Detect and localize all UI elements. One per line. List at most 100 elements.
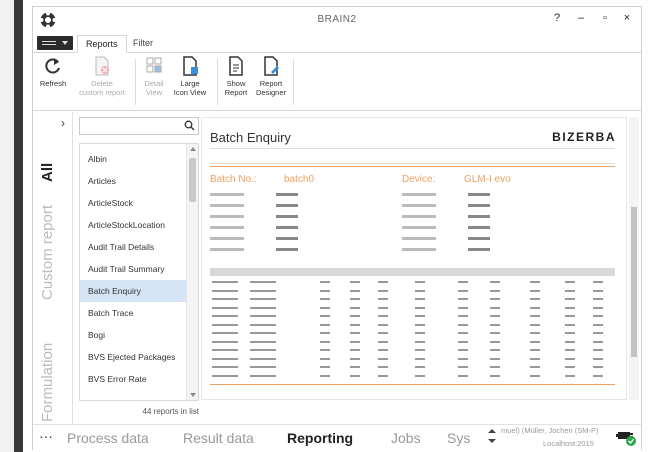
delete-label-2: custom report <box>79 88 125 97</box>
chevron-right-icon[interactable]: › <box>61 116 65 130</box>
tab-all[interactable]: All <box>39 163 56 182</box>
detail-label-placeholder <box>402 204 436 207</box>
report-designer-icon <box>264 56 279 76</box>
table-row <box>210 363 615 371</box>
tab-custom-report[interactable]: Custom report <box>39 205 56 300</box>
table-row <box>210 346 615 354</box>
detail-label-2: View <box>145 88 163 97</box>
preview-divider <box>210 166 615 167</box>
connection-status-icon <box>616 432 636 446</box>
detail-view-button[interactable]: Detail View <box>139 55 169 97</box>
detail-label-placeholder <box>210 248 244 251</box>
list-scrollbar-thumb[interactable] <box>189 158 196 202</box>
detail-view-icon <box>146 57 162 73</box>
list-scrollbar[interactable] <box>186 144 198 400</box>
report-list-item[interactable]: Articles <box>80 170 186 192</box>
help-button[interactable]: ? <box>548 12 566 24</box>
report-list-item[interactable]: ArticleStockLocation <box>80 214 186 236</box>
refresh-label: Refresh <box>39 79 67 88</box>
scroll-up-icon[interactable] <box>190 147 196 151</box>
tab-filter[interactable]: Filter <box>125 35 161 53</box>
show-label-2: Report <box>224 88 248 97</box>
preview-scrollbar[interactable] <box>629 117 639 400</box>
ribbon-toolbar: Refresh Delete custom report Detail View <box>33 53 641 111</box>
report-list-item[interactable]: ArticleStock <box>80 192 186 214</box>
screenshot-frame: BRAIN2 ? – ▫ × Reports Filter Refresh De… <box>0 0 649 452</box>
title-bar: BRAIN2 ? – ▫ × <box>33 7 641 33</box>
report-list-item[interactable]: Bogi <box>80 324 186 346</box>
ribbon-tab-strip: Reports Filter <box>33 33 641 53</box>
ribbon-separator <box>135 59 136 105</box>
report-list: Albin Articles ArticleStock ArticleStockLoc… <box>79 143 199 401</box>
nav-process-data[interactable]: Process data <box>67 430 149 446</box>
report-list-item[interactable]: Batch Trace <box>80 302 186 324</box>
nav-reporting[interactable]: Reporting <box>287 430 353 446</box>
detail-value-placeholder <box>468 248 490 251</box>
preview-header-band <box>210 148 615 164</box>
nav-system[interactable]: Sys <box>447 430 470 446</box>
detail-label-placeholder <box>210 237 244 240</box>
app-window: BRAIN2 ? – ▫ × Reports Filter Refresh De… <box>32 6 642 450</box>
table-row <box>210 312 615 320</box>
scroll-down-icon[interactable] <box>190 393 196 397</box>
report-designer-button[interactable]: Report Designer <box>253 55 289 97</box>
detail-label-placeholder <box>402 237 436 240</box>
nav-result-data[interactable]: Result data <box>183 430 254 446</box>
preview-footer <box>210 384 615 396</box>
detail-label-placeholder <box>210 193 244 196</box>
search-input[interactable] <box>80 120 180 136</box>
nav-jobs[interactable]: Jobs <box>391 430 421 446</box>
detail-label-placeholder <box>402 215 436 218</box>
report-preview: Batch Enquiry BIZERBA Batch No.: batch0 … <box>201 117 627 400</box>
maximize-button[interactable]: ▫ <box>596 12 614 24</box>
detail-value-placeholder <box>468 193 490 196</box>
detail-value-placeholder <box>276 193 298 196</box>
report-list-item[interactable]: Audit Trail Details <box>80 236 186 258</box>
detail-value-placeholder <box>276 215 298 218</box>
preview-scrollbar-thumb[interactable] <box>631 207 637 357</box>
large-icon-view-button[interactable]: Large Icon View <box>169 55 211 97</box>
more-menu-button[interactable]: ··· <box>39 428 53 444</box>
report-count: 44 reports in list <box>142 407 199 416</box>
left-desktop-strip <box>0 0 23 452</box>
server-host: Localhost:2015 <box>543 439 594 448</box>
delete-report-icon <box>95 56 109 76</box>
detail-label-1: Detail <box>144 79 164 88</box>
delete-label-1: Delete <box>91 79 113 88</box>
table-row <box>210 372 615 380</box>
report-list-item[interactable]: BVS Ejected Packages <box>80 346 186 368</box>
report-list-item[interactable]: Batch Enquiry <box>80 280 186 302</box>
application-menu-button[interactable] <box>37 36 73 50</box>
show-report-button[interactable]: Show Report <box>221 55 251 97</box>
batch-number-label: Batch No.: <box>210 174 257 185</box>
search-icon[interactable] <box>184 120 195 131</box>
refresh-button[interactable]: Refresh <box>37 55 69 88</box>
detail-label-placeholder <box>210 215 244 218</box>
current-user: muel) (Müller, Jochen (SM-P) <box>501 426 599 435</box>
table-header <box>210 268 615 276</box>
delete-custom-report-button[interactable]: Delete custom report <box>75 55 129 97</box>
report-list-item[interactable]: Audit Trail Summary <box>80 258 186 280</box>
menu-icon <box>42 41 56 45</box>
table-row <box>210 355 615 363</box>
detail-value-placeholder <box>276 248 298 251</box>
batch-number-value: batch0 <box>284 174 315 185</box>
device-label: Device: <box>402 174 436 185</box>
close-button[interactable]: × <box>618 12 636 24</box>
left-edge-bar <box>14 0 23 452</box>
detail-label-placeholder <box>210 226 244 229</box>
minimize-button[interactable]: – <box>572 12 590 24</box>
report-list-item[interactable]: BVS Error Rate <box>80 368 186 390</box>
detail-value-placeholder <box>276 237 298 240</box>
detail-value-placeholder <box>276 204 298 207</box>
chevron-up-icon[interactable] <box>488 429 496 433</box>
designer-label-1: Report <box>259 79 283 88</box>
table-row <box>210 278 615 286</box>
tab-reports[interactable]: Reports <box>77 35 127 53</box>
report-list-item[interactable]: Albin <box>80 148 186 170</box>
table-row <box>210 338 615 346</box>
preview-title: Batch Enquiry <box>210 130 291 145</box>
large-icon-view-icon <box>183 56 198 76</box>
chevron-down-icon[interactable] <box>488 439 496 443</box>
tab-formulation[interactable]: Formulation <box>39 343 56 422</box>
